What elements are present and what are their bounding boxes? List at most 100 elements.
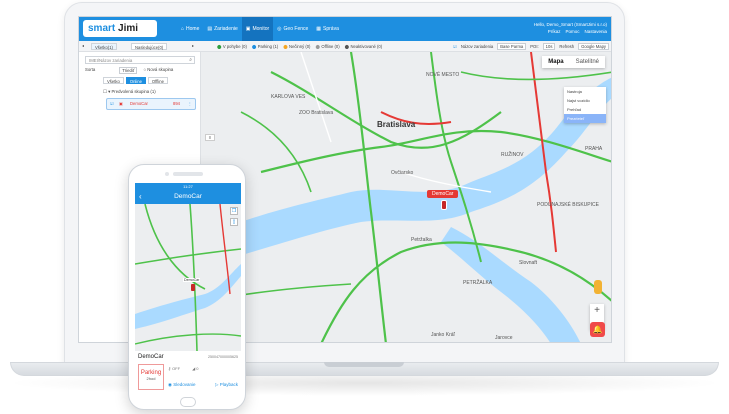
phone-traffic-icon[interactable]: ▯ [230, 218, 238, 226]
device-list-item[interactable]: ☑ ▣ DemoCar 894 ⋮ [106, 98, 196, 110]
device-checkbox[interactable]: ☑ [110, 99, 114, 109]
phone-header: ‹ DemoCar [135, 190, 241, 204]
playback-button[interactable]: ▷ Playback [215, 382, 238, 388]
search-icon[interactable]: ⌕ [189, 57, 192, 64]
group-checkbox[interactable]: ☐ [103, 89, 107, 94]
phone-device-id: 250047000005625 [208, 355, 238, 359]
refresh-interval-select[interactable]: 10s [542, 43, 556, 50]
filter-bar: ◂ Všetko(1) Nasledujúce(0) ▸ ⬤ V pohybe … [79, 41, 611, 52]
phone-actions: ◉ Sledovanie ▷ Playback [168, 382, 238, 388]
parking-status-badge: Parking 2hod [138, 364, 164, 390]
nav-devices[interactable]: ▤ Zariadenie [203, 17, 241, 41]
phone-title: DemoCar [174, 193, 202, 200]
map-provider-select[interactable]: Google Mapy [578, 43, 609, 50]
tracking-button[interactable]: ◉ Sledovanie [168, 382, 195, 388]
app-logo[interactable]: smart Jimi [83, 20, 157, 37]
pin-orange-icon: ⬤ [283, 44, 288, 49]
device-search-input[interactable]: IMEI/Názov zariadenia ⌕ [85, 56, 195, 64]
map-tools-menu: Nastroja Najst vozidlo Prehľad Prezriete… [564, 87, 606, 123]
map-type-tabs: Mapa Satelitné [542, 56, 605, 68]
car-map-label[interactable]: DemoCar [427, 190, 459, 198]
phone-camera [165, 172, 169, 176]
map-label: Ovčiarsko [391, 170, 414, 176]
new-group-button[interactable]: ○ Nová skupina [143, 67, 173, 74]
status-moving[interactable]: ⬤ V pohybe (0) [217, 43, 247, 50]
back-arrow-icon[interactable]: ‹ [139, 190, 142, 204]
map-label: NOVÉ MESTO [426, 72, 460, 78]
main-map[interactable]: ≡ Bratislava KARLOVA VES ZOO Bratislava … [201, 52, 611, 342]
zoom-in-button[interactable]: + [590, 304, 604, 317]
nav-reports[interactable]: ▦ Správa [312, 17, 343, 41]
car-marker-icon[interactable] [441, 200, 447, 210]
user-name[interactable]: Demo_Smart (SmartJimi s.r.o) [546, 22, 607, 27]
fullscreen-icon[interactable]: ⛶ [592, 341, 603, 342]
nav-geofence[interactable]: ◎ Geo Fence [273, 17, 312, 41]
alarm-bell-icon[interactable]: 🔔 [590, 322, 605, 337]
show-name-checkbox[interactable]: ☑ [453, 43, 457, 50]
geofence-icon: ◎ [277, 26, 282, 32]
map-label: PRAHA [585, 146, 603, 152]
device-id: 894 [173, 101, 180, 106]
menu-item-viewer[interactable]: Prezrieteľ [564, 114, 606, 123]
main-nav: ⌂ Home ▤ Zariadenie ▣ Monitor ◎ Geo Fence ▦ S… [177, 17, 343, 41]
device-group[interactable]: ☐ ▾ Predvolená skupina (1) [103, 89, 156, 95]
more-options-icon[interactable]: ⋮ [188, 99, 192, 109]
map-label: KARLOVA VES [271, 94, 306, 100]
nav-monitor[interactable]: ▣ Monitor [241, 17, 274, 41]
phone-speaker [173, 172, 203, 176]
tab-subaccounts[interactable]: Nasledujúce(0) [131, 43, 168, 50]
status-parking[interactable]: ⬤ Parking (1) [252, 43, 278, 50]
laptop-notch [324, 362, 404, 367]
refresh-button[interactable]: Refresh [559, 43, 574, 50]
phone-device-info: DemoCar 250047000005625 Parking 2hod ⚷ O… [135, 351, 241, 395]
home-icon: ⌂ [181, 26, 185, 32]
phone-map[interactable]: DemoCar ❐ ▯ [135, 204, 241, 351]
collapse-arrow-icon[interactable]: ◂ [82, 43, 84, 48]
chip-online[interactable]: Online [125, 77, 146, 84]
report-icon: ▦ [316, 26, 322, 32]
settings-link[interactable]: Nastavenia [584, 28, 607, 35]
city-label: Bratislava [377, 120, 416, 129]
phone-map-car-label: DemoCar [183, 278, 201, 282]
tab-all[interactable]: Všetko(1) [91, 43, 117, 50]
tab-map[interactable]: Mapa [542, 56, 569, 68]
nav-home[interactable]: ⌂ Home [177, 17, 203, 41]
status-idle[interactable]: ⬤ Nečinný (0) [283, 43, 310, 50]
phone-layers-icon[interactable]: ❐ [230, 207, 238, 215]
base-parma-select[interactable]: Base Parma [497, 43, 527, 50]
key-icon: ⚷ [168, 366, 171, 371]
map-label: Jarovce [495, 335, 513, 341]
map-label: Slovnaft [519, 260, 538, 266]
status-inactive[interactable]: ⬤ Neaktivované (0) [345, 43, 383, 50]
map-scale-badge: ≡ [205, 134, 215, 141]
online-filter-chips: Všetko Online Offline [103, 77, 168, 84]
menu-item-overview[interactable]: Prehľad [564, 105, 606, 114]
phone-device-title: DemoCar [138, 354, 164, 360]
map-canvas [201, 52, 611, 342]
street-view-pegman-icon[interactable] [594, 280, 602, 294]
status-filters: ⬤ V pohybe (0) ⬤ Parking (1) ⬤ Nečinný (… [217, 43, 382, 50]
phone-home-button[interactable] [180, 397, 196, 407]
phone-device-meta: ⚷ OFF ◢ 0 [168, 366, 199, 371]
expand-arrow-icon[interactable]: ▸ [192, 43, 194, 48]
sort-select[interactable]: Triediť [119, 67, 138, 74]
pin-blue-icon: ⬤ [251, 44, 257, 49]
map-label: RUŽINOV [501, 152, 524, 158]
map-label: Petržalka [411, 237, 432, 243]
menu-item-find-vehicle[interactable]: Najst vozidlo [564, 96, 606, 105]
pin-gray-icon: ⬤ [315, 44, 321, 49]
phone-frame: 11:27 ‹ DemoCar DemoCar ❐ ▯ DemoCar 2500… [128, 164, 246, 410]
help-link[interactable]: Pomoc [565, 28, 579, 35]
phone-car-marker-icon[interactable] [191, 284, 195, 291]
menu-item-tools[interactable]: Nastroja [564, 87, 606, 96]
command-link[interactable]: Príkaz [548, 28, 561, 35]
chip-offline[interactable]: Offline [147, 77, 168, 84]
devices-icon: ▤ [207, 26, 213, 32]
status-offline[interactable]: ⬤ Offline (0) [315, 43, 339, 50]
map-label: Janko Kráľ [431, 332, 455, 338]
map-label: PODUNAJSKÉ BISKUPICE [537, 202, 599, 208]
tab-satellite[interactable]: Satelitné [570, 56, 605, 68]
chip-all[interactable]: Všetko [103, 77, 124, 84]
map-label: PETRŽALKA [463, 280, 493, 286]
car-icon: ▣ [119, 101, 123, 106]
